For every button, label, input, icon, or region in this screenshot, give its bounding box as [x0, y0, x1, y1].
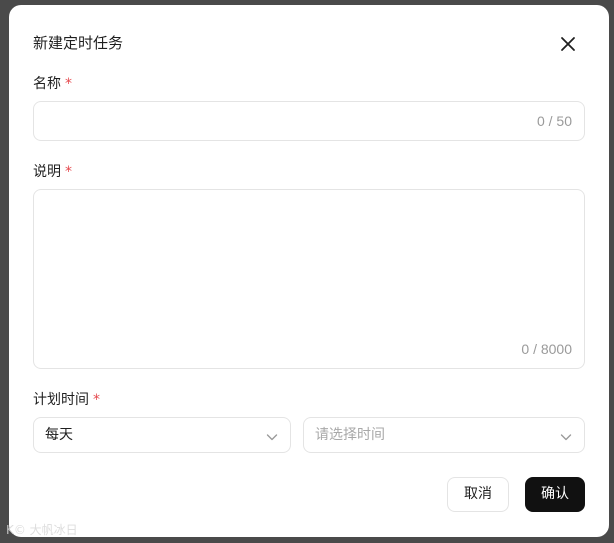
name-input[interactable]: 0 / 50: [33, 101, 585, 141]
chevron-down-icon: [559, 429, 573, 443]
close-icon[interactable]: [558, 34, 578, 54]
description-textarea[interactable]: 0 / 8000: [33, 189, 585, 369]
required-mark: *: [93, 392, 100, 408]
create-scheduled-task-dialog: 新建定时任务 名称 * 0 / 50 说明 * 0 / 8000 计划时间 * 每天 …: [9, 5, 609, 537]
name-label: 名称 *: [33, 76, 72, 92]
required-mark: *: [65, 164, 72, 180]
confirm-button[interactable]: 确认: [525, 477, 585, 512]
description-label: 说明 *: [33, 164, 72, 180]
watermark: K© 大帆冰日: [6, 523, 78, 537]
time-select[interactable]: 请选择时间: [303, 417, 585, 453]
dialog-title: 新建定时任务: [33, 34, 124, 52]
name-char-counter: 0 / 50: [536, 113, 572, 129]
frequency-value: 每天: [45, 427, 73, 443]
cancel-button[interactable]: 取消: [447, 477, 509, 512]
chevron-down-icon: [265, 429, 279, 443]
schedule-label: 计划时间 *: [33, 392, 100, 408]
frequency-select[interactable]: 每天: [33, 417, 291, 453]
time-placeholder: 请选择时间: [315, 427, 385, 443]
required-mark: *: [65, 76, 72, 92]
description-char-counter: 0 / 8000: [521, 341, 572, 357]
